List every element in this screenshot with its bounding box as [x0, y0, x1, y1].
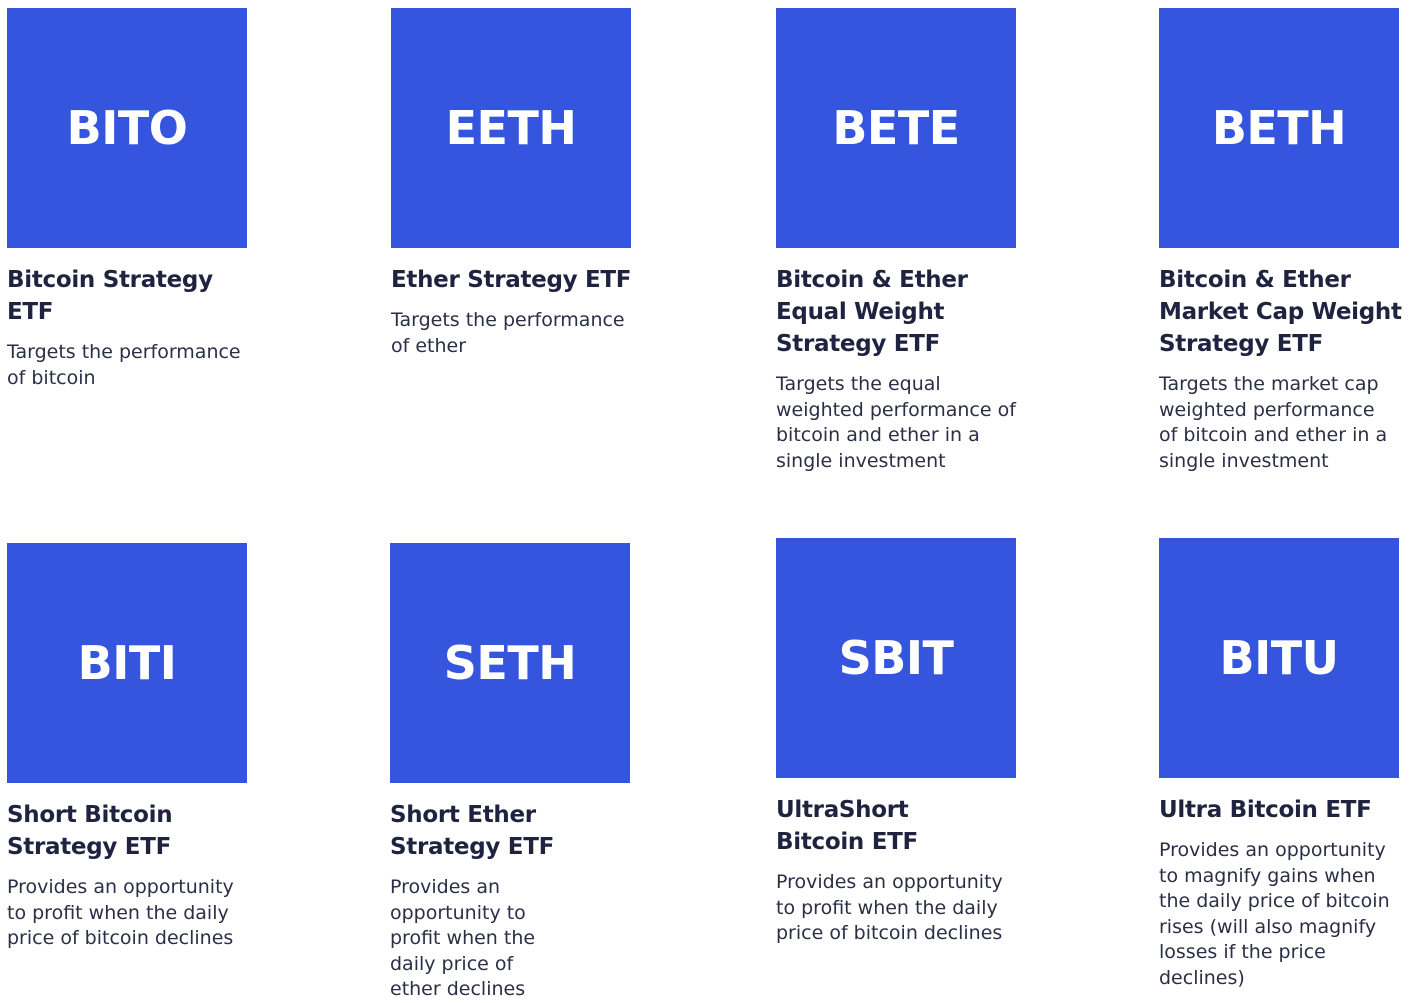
- ticker-label: BETE: [832, 101, 960, 155]
- ticker-tile[interactable]: SETH: [390, 543, 630, 783]
- product-name[interactable]: Ether Strategy ETF: [391, 264, 641, 296]
- product-card-eeth[interactable]: EETH Ether Strategy ETF Targets the perf…: [391, 8, 641, 359]
- product-description: Provides an opportunity to profit when t…: [7, 876, 234, 949]
- product-card-bitu[interactable]: BITU Ultra Bitcoin ETF Provides an oppor…: [1159, 538, 1409, 991]
- product-name[interactable]: Ultra Bitcoin ETF: [1159, 794, 1409, 826]
- product-card-beth[interactable]: BETH Bitcoin & Ether Market Cap Weight S…: [1159, 8, 1409, 474]
- ticker-label: BITI: [77, 636, 177, 690]
- ticker-tile[interactable]: BETH: [1159, 8, 1399, 248]
- ticker-tile[interactable]: EETH: [391, 8, 631, 248]
- ticker-label: BETH: [1211, 101, 1347, 155]
- product-name[interactable]: Bitcoin & Ether Market Cap Weight Strate…: [1159, 264, 1409, 360]
- ticker-tile[interactable]: BITU: [1159, 538, 1399, 778]
- product-name[interactable]: Bitcoin Strategy ETF: [7, 264, 257, 328]
- product-card-bete[interactable]: BETE Bitcoin & Ether Equal Weight Strate…: [776, 8, 1026, 474]
- ticker-label: EETH: [445, 101, 577, 155]
- ticker-label: BITU: [1219, 631, 1339, 685]
- product-description: Provides an opportunity to profit when t…: [776, 871, 1003, 944]
- product-card-bito[interactable]: BITO Bitcoin Strategy ETF Targets the pe…: [7, 8, 257, 391]
- ticker-label: SETH: [443, 636, 577, 690]
- product-description: Targets the equal weighted performance o…: [776, 373, 1016, 472]
- product-name[interactable]: Short Bitcoin Strategy ETF: [7, 799, 207, 863]
- ticker-tile[interactable]: SBIT: [776, 538, 1016, 778]
- product-name[interactable]: Short Ether Strategy ETF: [390, 799, 590, 863]
- product-description: Targets the performance of bitcoin: [7, 341, 241, 389]
- ticker-tile[interactable]: BITO: [7, 8, 247, 248]
- ticker-label: SBIT: [838, 631, 954, 685]
- product-description: Provides an opportunity to profit when t…: [390, 876, 536, 1000]
- product-name[interactable]: UltraShort Bitcoin ETF: [776, 794, 976, 858]
- product-card-seth[interactable]: SETH Short Ether Strategy ETF Provides a…: [390, 543, 640, 1003]
- product-name[interactable]: Bitcoin & Ether Equal Weight Strategy ET…: [776, 264, 996, 360]
- product-description: Targets the market cap weighted performa…: [1159, 373, 1388, 472]
- product-description: Provides an opportunity to magnify gains…: [1159, 839, 1390, 989]
- ticker-tile[interactable]: BITI: [7, 543, 247, 783]
- product-description: Targets the performance of ether: [391, 309, 625, 357]
- product-card-sbit[interactable]: SBIT UltraShort Bitcoin ETF Provides an …: [776, 538, 1026, 947]
- ticker-tile[interactable]: BETE: [776, 8, 1016, 248]
- product-card-biti[interactable]: BITI Short Bitcoin Strategy ETF Provides…: [7, 543, 257, 952]
- ticker-label: BITO: [66, 101, 188, 155]
